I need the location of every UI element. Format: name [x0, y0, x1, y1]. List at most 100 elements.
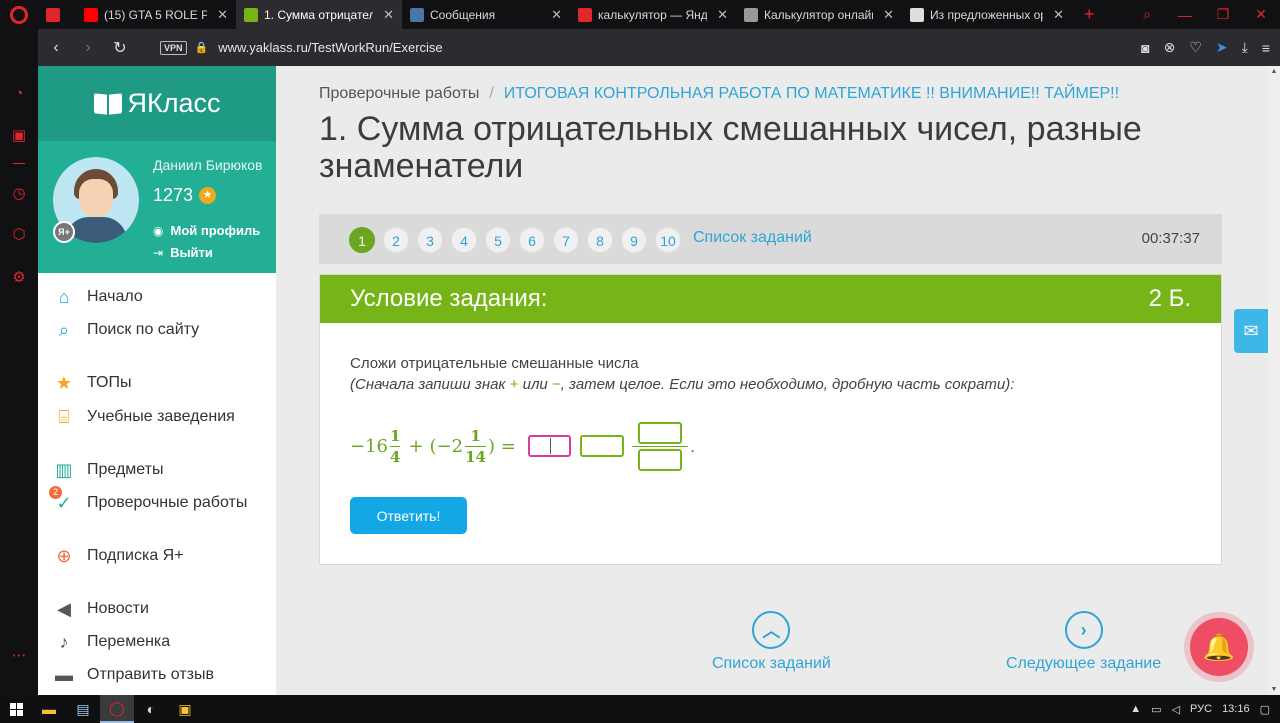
tab-close-icon[interactable]: ✕: [1053, 7, 1064, 23]
twitch-icon[interactable]: ▣: [10, 127, 28, 145]
answer-numerator-input[interactable]: [637, 421, 682, 444]
term2-fraction: 1 14: [465, 428, 486, 465]
tab-favicon-icon: [744, 7, 758, 22]
file-explorer-icon[interactable]: ▬: [32, 695, 66, 723]
history-icon[interactable]: ◷: [10, 185, 28, 203]
reload-button[interactable]: ↻: [112, 38, 128, 58]
question-number[interactable]: 10: [655, 227, 681, 253]
browser-tab[interactable]: калькулятор — Яндекс ✕: [570, 0, 736, 29]
close-window-button[interactable]: ✕: [1242, 6, 1280, 23]
minimize-button[interactable]: —: [1166, 7, 1204, 23]
sidebar-item[interactable]: ⌂ Начало: [53, 286, 143, 308]
breadcrumb-current[interactable]: ИТОГОВАЯ КОНТРОЛЬНАЯ РАБОТА ПО МАТЕМАТИК…: [504, 85, 1119, 103]
tab-close-icon[interactable]: ✕: [383, 7, 394, 23]
forward-button[interactable]: ›: [80, 39, 96, 57]
notepad-icon[interactable]: ▤: [66, 695, 100, 723]
profile-link[interactable]: ◉ Мой профиль: [153, 223, 260, 238]
new-tab-button[interactable]: +: [1072, 0, 1107, 29]
sidebar-item[interactable]: ▥ Предметы: [53, 459, 163, 481]
answer-sign-input[interactable]: [527, 435, 571, 457]
browser-tab[interactable]: (15) GTA 5 ROLE PLAY ✕: [76, 0, 236, 29]
menu-badge: 2: [49, 486, 62, 499]
heart-icon[interactable]: ♡: [1189, 39, 1202, 56]
question-number[interactable]: 1: [349, 227, 375, 253]
question-number[interactable]: 5: [485, 227, 511, 253]
task-points: 2 Б.: [1148, 285, 1191, 312]
download-icon[interactable]: ⤓: [1242, 39, 1248, 56]
browser-tab[interactable]: 1. Сумма отрицательн ✕: [236, 0, 402, 29]
submit-answer-button[interactable]: Ответить!: [350, 497, 467, 534]
points-value: 1273: [153, 185, 194, 205]
question-number[interactable]: 6: [519, 227, 545, 253]
question-number[interactable]: 7: [553, 227, 579, 253]
opera-taskbar-icon[interactable]: ◯: [100, 695, 134, 723]
sidebar-item[interactable]: ♪ Переменка: [53, 631, 171, 653]
notifications-icon[interactable]: ▢: [1260, 703, 1270, 716]
sidebar-item[interactable]: ⌕ Поиск по сайту: [53, 319, 199, 341]
vpn-badge[interactable]: VPN: [160, 40, 187, 55]
question-number[interactable]: 4: [451, 227, 477, 253]
scroll-up-icon[interactable]: ▲: [1268, 68, 1280, 75]
tab-close-icon[interactable]: ✕: [217, 7, 228, 23]
game-icon[interactable]: ◐: [134, 695, 168, 723]
maximize-button[interactable]: ❐: [1204, 6, 1242, 23]
sidebar-item[interactable]: ⌸ Учебные заведения: [53, 406, 235, 428]
task-list-link[interactable]: Список заданий: [693, 229, 812, 247]
scroll-down-icon[interactable]: ▼: [1268, 686, 1280, 693]
menu-icon[interactable]: ≡: [1262, 40, 1270, 56]
lock-icon[interactable]: 🔒: [195, 41, 209, 54]
page-scrollbar[interactable]: ▲ ▼: [1268, 66, 1280, 695]
answer-denominator-input[interactable]: [637, 448, 682, 471]
settings-icon[interactable]: ⚙: [10, 269, 28, 287]
next-task-label[interactable]: Следующее задание: [1006, 655, 1161, 673]
tab-close-icon[interactable]: ✕: [551, 7, 562, 23]
flow-icon[interactable]: ➤: [1216, 39, 1228, 56]
more-icon[interactable]: ⋯: [10, 647, 28, 665]
sidebar-item[interactable]: ◀ Новости: [53, 598, 149, 620]
bottom-task-list-link[interactable]: ︿ Список заданий: [712, 611, 831, 673]
notification-bell-icon[interactable]: 🔔: [1190, 618, 1248, 676]
opera-logo-icon[interactable]: [0, 0, 38, 29]
chevron-up-icon[interactable]: ︿: [752, 611, 791, 649]
tray-arrow-icon[interactable]: ▲: [1130, 703, 1141, 715]
browser-tab[interactable]: Из предложенных ор ✕: [902, 0, 1072, 29]
tab-close-icon[interactable]: ✕: [717, 7, 728, 23]
profile-link-label: Мой профиль: [170, 223, 261, 238]
task-instruction: Сложи отрицательные смешанные числа: [350, 355, 639, 372]
back-button[interactable]: ‹: [48, 39, 64, 57]
chevron-right-icon[interactable]: ›: [1064, 611, 1103, 649]
mail-icon[interactable]: ✉: [1234, 309, 1268, 353]
tab-close-icon[interactable]: ✕: [883, 7, 894, 23]
sidebar-item[interactable]: ⊕ Подписка Я+: [53, 545, 183, 567]
browser-tab[interactable]: Сообщения ✕: [402, 0, 570, 29]
question-number[interactable]: 8: [587, 227, 613, 253]
block-icon[interactable]: ⊗: [1164, 39, 1176, 56]
bottom-task-list-label[interactable]: Список заданий: [712, 655, 831, 673]
sidebar-item[interactable]: ▬ Отправить отзыв: [53, 664, 214, 686]
term2-denominator: 14: [465, 447, 486, 466]
logout-link[interactable]: ⇥ Выйти: [153, 245, 213, 260]
question-number[interactable]: 9: [621, 227, 647, 253]
language-indicator[interactable]: РУС: [1190, 703, 1212, 715]
search-icon[interactable]: ⌕: [1128, 6, 1166, 23]
brand-logo[interactable]: ЯКласс: [38, 66, 276, 141]
browser-tab[interactable]: [38, 0, 76, 29]
next-task-link[interactable]: › Следующее задание: [1006, 611, 1161, 673]
browser-tab[interactable]: Калькулятор онлайн ✕: [736, 0, 902, 29]
rockstar-icon[interactable]: ▣: [168, 695, 202, 723]
sidebar-item[interactable]: ✓ 2 Проверочные работы: [49, 486, 247, 514]
question-number[interactable]: 2: [383, 227, 409, 253]
speed-icon[interactable]: ◔: [10, 85, 28, 103]
question-number[interactable]: 3: [417, 227, 443, 253]
answer-whole-input[interactable]: [579, 435, 624, 457]
breadcrumb-root[interactable]: Проверочные работы: [319, 85, 479, 103]
network-icon[interactable]: ▭: [1151, 703, 1161, 716]
url-field[interactable]: www.yaklass.ru/TestWorkRun/Exercise: [218, 40, 442, 55]
task-header: Условие задания: 2 Б.: [320, 275, 1221, 323]
volume-icon[interactable]: ◁: [1172, 703, 1180, 716]
start-button[interactable]: [0, 695, 32, 723]
cube-icon[interactable]: ⬡: [10, 226, 28, 244]
camera-icon[interactable]: ◙: [1141, 40, 1149, 56]
sidebar-item[interactable]: ★ ТОПы: [53, 372, 132, 394]
clock[interactable]: 13:16: [1222, 703, 1250, 715]
